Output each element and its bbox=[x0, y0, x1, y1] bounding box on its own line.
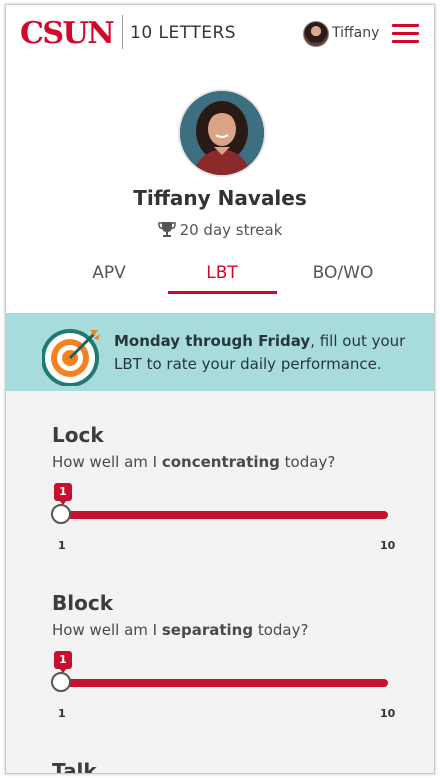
scale-max-label: 10 bbox=[380, 539, 396, 552]
profile-name: Tiffany Navales bbox=[133, 186, 307, 210]
info-banner: Monday through Friday, fill out your LBT… bbox=[6, 313, 434, 391]
hamburger-menu-icon[interactable] bbox=[392, 24, 419, 44]
user-name[interactable]: Tiffany bbox=[332, 25, 379, 41]
question-title-block: Block bbox=[52, 591, 113, 615]
slider-value-badge: 1 bbox=[54, 483, 72, 505]
question-subtitle-lock: How well am I concentrating today? bbox=[52, 453, 336, 471]
banner-bold-text: Monday through Friday bbox=[114, 332, 311, 350]
question-title-lock: Lock bbox=[52, 423, 104, 447]
app-frame: CSUN 10 LETTERS Tiffany Tiffany Navales bbox=[5, 4, 435, 774]
header-divider bbox=[122, 15, 123, 49]
lock-slider[interactable]: 1 bbox=[51, 483, 392, 524]
tab-bo-wo[interactable]: BO/WO bbox=[283, 263, 403, 283]
profile-avatar bbox=[178, 89, 266, 177]
slider-track bbox=[60, 511, 388, 519]
lbt-form: Lock How well am I concentrating today? … bbox=[6, 391, 434, 773]
slider-handle[interactable] bbox=[51, 504, 71, 524]
slider-track bbox=[60, 679, 388, 687]
user-avatar[interactable] bbox=[303, 21, 329, 47]
csun-logo[interactable]: CSUN bbox=[20, 16, 115, 51]
streak-info: 20 day streak bbox=[6, 221, 434, 242]
active-tab-indicator bbox=[168, 291, 277, 294]
scale-max-label: 10 bbox=[380, 707, 396, 720]
streak-text: 20 day streak bbox=[179, 221, 283, 239]
question-title-talk: Talk bbox=[52, 759, 97, 774]
top-bar: CSUN 10 LETTERS Tiffany bbox=[6, 5, 434, 65]
block-slider[interactable]: 1 bbox=[51, 651, 392, 692]
scale-min-label: 1 bbox=[58, 539, 66, 552]
scale-min-label: 1 bbox=[58, 707, 66, 720]
slider-value-badge: 1 bbox=[54, 651, 72, 673]
app-title: 10 LETTERS bbox=[130, 23, 237, 43]
banner-text: Monday through Friday, fill out your LBT… bbox=[114, 330, 414, 376]
trophy-icon bbox=[157, 221, 176, 242]
slider-handle[interactable] bbox=[51, 672, 71, 692]
question-subtitle-block: How well am I separating today? bbox=[52, 621, 309, 639]
target-icon bbox=[41, 326, 102, 390]
tab-lbt[interactable]: LBT bbox=[162, 263, 282, 283]
tab-apv[interactable]: APV bbox=[49, 263, 169, 283]
